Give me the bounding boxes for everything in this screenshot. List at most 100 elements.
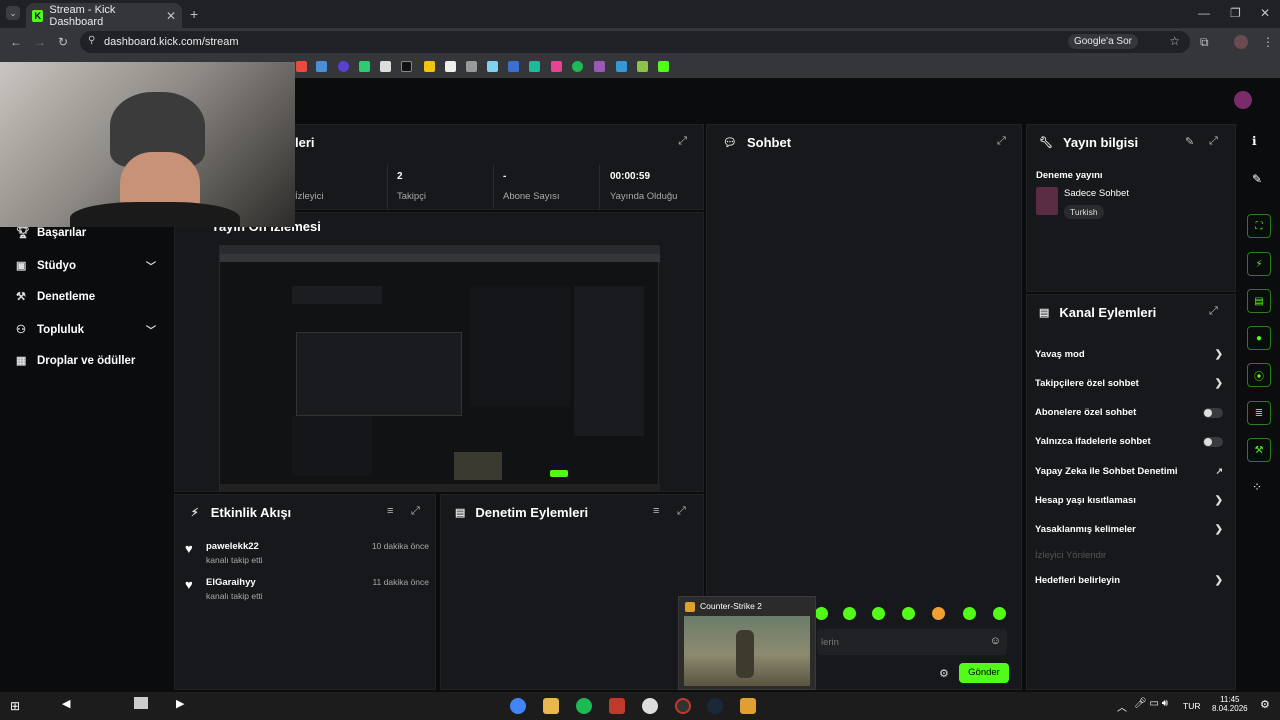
expand-icon[interactable]: ⤢ xyxy=(678,135,687,148)
browser-tab[interactable]: K Stream - Kick Dashboard ✕ xyxy=(26,3,182,28)
tray-arrow-icon[interactable]: ︿ xyxy=(1117,699,1127,714)
channel-action-banned-words[interactable]: Yasaklanmış kelimeler ❯ xyxy=(1035,524,1223,535)
bookmark-icon[interactable] xyxy=(466,61,477,72)
chrome-taskbar-icon[interactable] xyxy=(510,698,526,714)
rail-document-icon[interactable]: ▤ xyxy=(1247,289,1271,313)
forward-icon[interactable]: → xyxy=(34,35,46,49)
close-tab-icon[interactable]: ✕ xyxy=(166,9,176,23)
user-avatar[interactable] xyxy=(1234,91,1252,109)
channel-action-account-age[interactable]: Hesap yaşı kısıtlaması ❯ xyxy=(1035,495,1223,506)
rail-lightning-icon[interactable]: ⚡︎ xyxy=(1247,252,1271,276)
start-icon[interactable]: ⊞ xyxy=(10,699,20,713)
taskbar-window-preview[interactable]: Counter-Strike 2 xyxy=(678,596,816,690)
sidebar-item-studio[interactable]: ▣ Stüdyo ﹀ xyxy=(16,258,156,274)
rail-screen-icon[interactable]: ⛶ xyxy=(1247,214,1271,238)
file-explorer-icon[interactable] xyxy=(543,698,559,714)
tab-search-icon[interactable]: ⌄ xyxy=(6,6,20,20)
bookmark-icon[interactable] xyxy=(296,61,307,72)
counter-strike-icon[interactable] xyxy=(740,698,756,714)
edit-pencil-icon[interactable]: ✎ xyxy=(1185,135,1194,148)
bookmark-icon[interactable] xyxy=(445,61,456,72)
emoji-icon[interactable]: ☺ xyxy=(990,635,1001,647)
spotify-icon[interactable] xyxy=(576,698,592,714)
x-bookmark-icon[interactable] xyxy=(401,61,412,72)
bookmark-icon[interactable] xyxy=(487,61,498,72)
emote-icon[interactable] xyxy=(872,607,885,620)
kick-bookmark-icon[interactable] xyxy=(658,61,669,72)
extensions-icon[interactable]: ⧉ xyxy=(1200,35,1209,50)
bookmark-icon[interactable] xyxy=(380,61,391,72)
bookmark-icon[interactable] xyxy=(594,61,605,72)
profile-avatar[interactable] xyxy=(1234,35,1248,49)
bookmark-icon[interactable] xyxy=(359,61,370,72)
tray-language[interactable]: TUR xyxy=(1183,701,1200,711)
rail-chat-icon[interactable]: ● xyxy=(1247,326,1271,350)
filter-icon[interactable]: ≡ xyxy=(653,505,659,517)
bookmark-icon[interactable] xyxy=(316,61,327,72)
emote-icon[interactable] xyxy=(932,607,945,620)
rail-wrench-icon[interactable]: ⚒ xyxy=(1247,438,1271,462)
obs-icon[interactable] xyxy=(675,698,691,714)
bookmark-icon[interactable] xyxy=(424,61,435,72)
app-icon[interactable] xyxy=(609,698,625,714)
clock[interactable]: 11:45 8.04.2026 xyxy=(1212,695,1248,713)
bookmark-icon[interactable] xyxy=(338,61,349,72)
subscribers-only-toggle[interactable] xyxy=(1203,407,1223,418)
activity-username[interactable]: pawelekk22 xyxy=(206,541,259,552)
filter-icon[interactable]: ≡ xyxy=(387,505,393,517)
expand-icon[interactable]: ⤢ xyxy=(1209,305,1218,318)
notifications-icon[interactable]: ⚙ xyxy=(1260,698,1270,711)
sidebar-item-moderation[interactable]: ⚒ Denetleme xyxy=(16,290,156,304)
chat-settings-icon[interactable]: ⚙ xyxy=(939,667,949,680)
stream-category[interactable]: Sadece Sohbet xyxy=(1064,188,1129,199)
reload-icon[interactable]: ↻ xyxy=(58,35,68,49)
channel-action-subscribers-only[interactable]: Abonelere özel sohbet xyxy=(1035,407,1223,418)
rail-broadcast-icon[interactable]: ⦿ xyxy=(1247,363,1271,387)
bookmark-icon[interactable] xyxy=(572,61,583,72)
media-prev-icon[interactable]: ◀ xyxy=(62,697,70,710)
google-ask-button[interactable]: Google'a Sor xyxy=(1067,34,1138,49)
expand-icon[interactable]: ⤢ xyxy=(411,505,420,518)
media-stop-icon[interactable] xyxy=(134,697,148,709)
back-icon[interactable]: ← xyxy=(10,35,22,49)
emote-icon[interactable] xyxy=(963,607,976,620)
emote-icon[interactable] xyxy=(902,607,915,620)
maximize-icon[interactable]: ❐ xyxy=(1230,6,1241,20)
media-play-icon[interactable]: ▶ xyxy=(176,697,184,710)
bookmark-icon[interactable] xyxy=(637,61,648,72)
sidebar-item-achievements[interactable]: 🏆︎ Başarılar xyxy=(16,226,156,240)
bookmark-icon[interactable] xyxy=(551,61,562,72)
emote-icon[interactable] xyxy=(815,607,828,620)
emote-icon[interactable] xyxy=(993,607,1006,620)
expand-icon[interactable]: ⤢ xyxy=(997,135,1006,148)
channel-action-set-goals[interactable]: Hedefleri belirleyin ❯ xyxy=(1035,575,1223,586)
emotes-only-toggle[interactable] xyxy=(1203,436,1223,447)
expand-icon[interactable]: ⤢ xyxy=(677,505,686,518)
new-tab-icon[interactable]: + xyxy=(190,6,198,22)
steam-icon[interactable] xyxy=(707,698,723,714)
channel-action-slow-mode[interactable]: Yavaş mod ❯ xyxy=(1035,349,1223,360)
bookmark-icon[interactable] xyxy=(616,61,627,72)
chat-input[interactable]: lerin ☺ xyxy=(817,629,1007,655)
bookmark-icon[interactable] xyxy=(529,61,540,72)
omnibox[interactable]: ⚲ dashboard.kick.com/stream Google'a Sor… xyxy=(80,31,1190,53)
expand-icon[interactable]: ⤢ xyxy=(1209,135,1218,148)
channel-action-followers-only[interactable]: Takipçilere özel sohbet ❯ xyxy=(1035,378,1223,389)
close-window-icon[interactable]: ✕ xyxy=(1260,6,1270,20)
info-icon[interactable]: ℹ xyxy=(1252,134,1257,148)
emote-icon[interactable] xyxy=(843,607,856,620)
sidebar-item-community[interactable]: ⚇ Topluluk ﹀ xyxy=(16,322,156,338)
chrome-menu-icon[interactable]: ⋮ xyxy=(1262,35,1274,49)
tray-icons[interactable]: 🎤︎ ▭ 🔊︎ xyxy=(1134,698,1168,709)
channel-action-emotes-only[interactable]: Yalnızca ifadelerle sohbet xyxy=(1035,436,1223,447)
minimize-icon[interactable]: — xyxy=(1198,6,1210,20)
app-icon[interactable] xyxy=(642,698,658,714)
edit-layout-icon[interactable]: ✎ xyxy=(1252,172,1262,186)
rail-list-icon[interactable]: ≣ xyxy=(1247,401,1271,425)
site-info-icon[interactable]: ⚲ xyxy=(88,35,95,46)
bookmark-icon[interactable] xyxy=(508,61,519,72)
stream-preview-video[interactable] xyxy=(219,245,660,492)
rail-apps-icon[interactable]: ⁘ xyxy=(1252,480,1262,494)
sidebar-item-drops[interactable]: ▦ Droplar ve ödüller xyxy=(16,354,156,368)
activity-username[interactable]: ElGaraihyy xyxy=(206,577,256,588)
